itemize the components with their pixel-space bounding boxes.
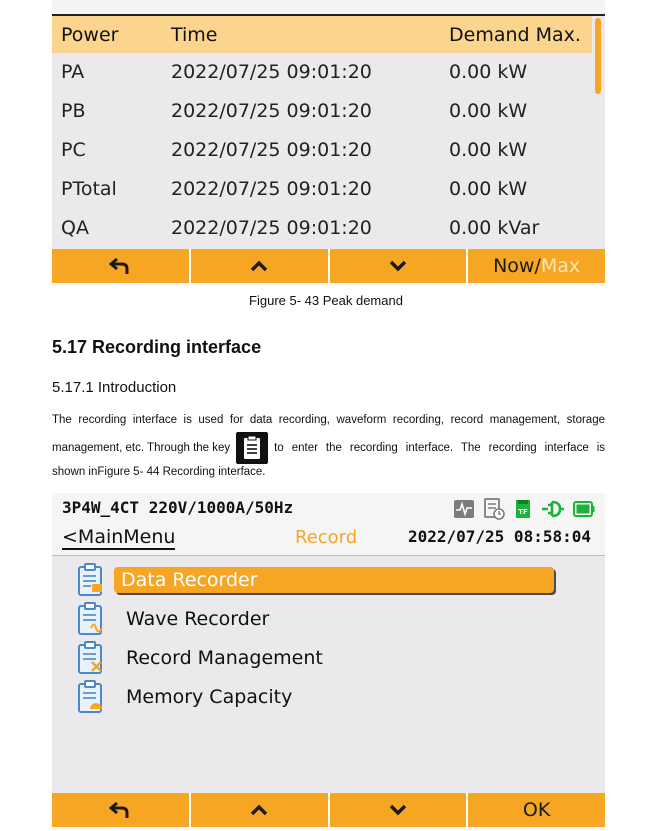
up-button[interactable] <box>188 793 328 827</box>
toggle-now-label: Now/ <box>493 255 541 277</box>
paragraph-text: management, etc. Through the key <box>52 442 231 454</box>
menu-item-label: Wave Recorder <box>126 608 270 630</box>
cell-demand: 0.00 kW <box>449 100 528 122</box>
record-key-icon <box>236 432 269 464</box>
paragraph-line: shown inFigure 5- 44 Recording interface… <box>52 466 266 478</box>
column-time: Time <box>171 24 218 46</box>
main-menu-link[interactable]: <MainMenu <box>62 526 176 550</box>
cell-power: PC <box>61 139 86 161</box>
cell-power: PB <box>61 100 86 122</box>
table-row[interactable]: PB 2022/07/25 09:01:20 0.00 kW <box>52 92 592 131</box>
cell-demand: 0.00 kW <box>449 139 528 161</box>
down-button[interactable] <box>327 793 467 827</box>
column-demand-max: Demand Max. <box>449 24 581 46</box>
cell-power: PTotal <box>61 178 117 200</box>
back-button[interactable] <box>52 793 189 827</box>
sd-card-icon: TF <box>516 500 530 518</box>
wiring-mode-label: 3P4W_4CT 220V/1000A/50Hz <box>62 498 294 517</box>
toggle-max-label: Max <box>540 255 581 277</box>
cell-power: QA <box>61 217 89 239</box>
chevron-up-icon <box>250 260 268 272</box>
ok-label: OK <box>522 799 551 821</box>
table-header: Power Time Demand Max. <box>52 16 592 53</box>
cell-demand: 0.00 kW <box>449 178 528 200</box>
peak-demand-screen: Power Time Demand Max. PA 2022/07/25 09:… <box>52 0 605 283</box>
chevron-down-icon <box>389 804 407 816</box>
menu-item-label: Record Management <box>126 647 323 669</box>
wave-recorder-icon <box>78 602 103 635</box>
back-button[interactable] <box>52 249 189 283</box>
page-title: Record <box>295 527 358 548</box>
cropped-status-bar <box>52 0 605 16</box>
menu-item-label: Data Recorder <box>114 567 554 593</box>
cell-time: 2022/07/25 09:01:20 <box>171 100 372 122</box>
chevron-down-icon <box>389 260 407 272</box>
section-title: 5.17 Recording interface <box>52 337 262 357</box>
status-header: 3P4W_4CT 220V/1000A/50Hz TF <MainMenu Re… <box>52 493 605 556</box>
record-management-icon <box>78 641 102 674</box>
paragraph-text: to enter the recording interface. The re… <box>274 442 605 454</box>
now-max-toggle-button[interactable]: Now/Max <box>466 249 605 283</box>
scrollbar[interactable] <box>592 16 605 248</box>
cell-time: 2022/07/25 09:01:20 <box>171 61 372 83</box>
chevron-up-icon <box>250 804 268 816</box>
record-status-icon <box>484 498 505 520</box>
paragraph-line: management, etc. Through the key to ente… <box>52 432 605 464</box>
table-row[interactable]: PC 2022/07/25 09:01:20 0.00 kW <box>52 131 592 170</box>
menu-item-record-management[interactable]: Record Management <box>74 640 564 677</box>
paragraph-line: The recording interface is used for data… <box>52 414 605 426</box>
record-interface-screen: 3P4W_4CT 220V/1000A/50Hz TF <MainMenu Re… <box>52 493 605 827</box>
svg-text:TF: TF <box>518 508 528 516</box>
menu-item-label: Memory Capacity <box>126 686 293 708</box>
cell-demand: 0.00 kW <box>449 61 528 83</box>
table-row[interactable]: PTotal 2022/07/25 09:01:20 0.00 kW <box>52 170 592 209</box>
cell-time: 2022/07/25 09:01:20 <box>171 217 372 239</box>
up-button[interactable] <box>188 249 328 283</box>
scrollbar-thumb[interactable] <box>595 18 601 94</box>
subsection-title: 5.17.1 Introduction <box>52 379 177 396</box>
table-row[interactable]: PA 2022/07/25 09:01:20 0.00 kW <box>52 53 592 92</box>
cell-time: 2022/07/25 09:01:20 <box>171 139 372 161</box>
figure-caption: Figure 5- 43 Peak demand <box>249 293 403 308</box>
table-row[interactable]: QA 2022/07/25 09:01:20 0.00 kVar <box>52 209 592 248</box>
status-icons: TF <box>453 498 595 520</box>
column-power: Power <box>61 24 119 46</box>
battery-icon <box>573 501 595 517</box>
data-recorder-icon <box>78 563 102 596</box>
waveform-status-icon <box>454 500 474 518</box>
menu-item-wave-recorder[interactable]: Wave Recorder <box>74 601 564 638</box>
datetime-readout: 2022/07/25 08:58:04 <box>407 527 591 546</box>
button-bar: Now/Max <box>52 249 605 283</box>
menu-item-memory-capacity[interactable]: Memory Capacity <box>74 679 564 716</box>
ok-button[interactable]: OK <box>466 793 605 827</box>
cell-power: PA <box>61 61 85 83</box>
back-arrow-icon <box>109 801 129 818</box>
menu-item-data-recorder[interactable]: Data Recorder <box>74 562 564 599</box>
button-bar: OK <box>52 793 605 827</box>
memory-capacity-icon <box>78 680 102 713</box>
down-button[interactable] <box>327 249 467 283</box>
cell-demand: 0.00 kVar <box>449 217 540 239</box>
power-plug-icon <box>542 500 564 518</box>
back-arrow-icon <box>109 257 129 274</box>
cell-time: 2022/07/25 09:01:20 <box>171 178 372 200</box>
